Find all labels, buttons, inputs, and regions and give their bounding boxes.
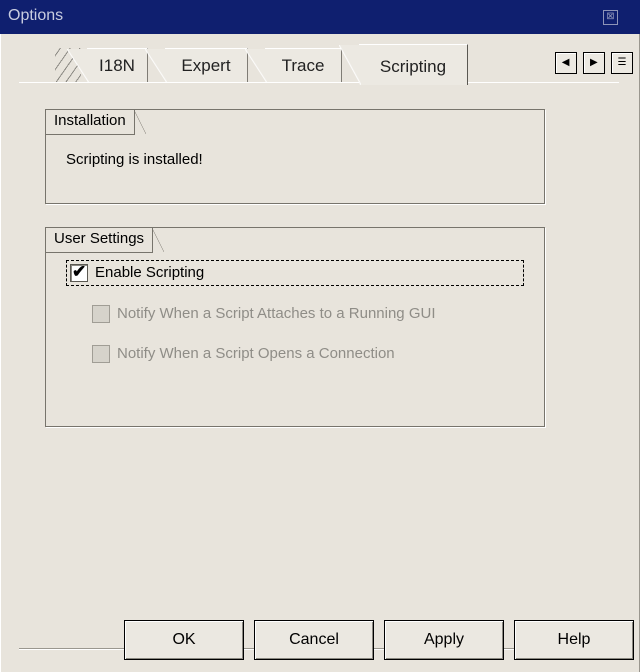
user-settings-group: User Settings ✔ Enable Scripting Notify …	[45, 227, 545, 427]
tab-trace-label: Trace	[281, 56, 325, 75]
tab-expert-label: Expert	[181, 56, 231, 75]
cancel-button[interactable]: Cancel	[254, 620, 374, 660]
title-bar: Options ⊠	[0, 0, 640, 34]
notify-attach-checkbox[interactable]	[92, 305, 110, 323]
notify-connection-checkbox[interactable]	[92, 345, 110, 363]
tab-baseline	[19, 82, 619, 83]
checkmark-icon: ✔	[72, 262, 87, 281]
apply-button[interactable]: Apply	[384, 620, 504, 660]
enable-scripting-label[interactable]: Enable Scripting	[95, 264, 204, 281]
user-settings-heading: User Settings	[46, 228, 165, 253]
tab-i18n[interactable]: I18N	[67, 48, 148, 83]
notify-connection-label[interactable]: Notify When a Script Opens a Connection	[117, 345, 395, 362]
tab-strip: I18N Expert Trace Scripting ◀ ▶ ☰	[1, 34, 640, 86]
tab-trace[interactable]: Trace	[245, 48, 342, 83]
installation-heading: Installation	[46, 110, 146, 135]
tab-list-icon[interactable]: ☰	[611, 52, 633, 74]
ok-button[interactable]: OK	[124, 620, 244, 660]
tab-scripting-label: Scripting	[379, 57, 447, 76]
tab-i18n-label: I18N	[99, 56, 135, 75]
dialog-body: I18N Expert Trace Scripting ◀ ▶ ☰ Instal…	[0, 34, 640, 672]
help-button[interactable]: Help	[514, 620, 634, 660]
enable-scripting-row[interactable]: ✔ Enable Scripting	[66, 260, 524, 286]
tab-nav: ◀ ▶ ☰	[553, 52, 633, 74]
window-title: Options	[8, 7, 64, 24]
installation-status: Scripting is installed!	[66, 151, 203, 168]
close-icon[interactable]: ⊠	[603, 10, 618, 25]
notify-attach-label[interactable]: Notify When a Script Attaches to a Runni…	[117, 305, 436, 322]
scroll-tabs-left-icon[interactable]: ◀	[554, 52, 577, 74]
enable-scripting-checkbox[interactable]: ✔	[70, 262, 88, 282]
scroll-tabs-right-icon[interactable]: ▶	[582, 52, 605, 74]
tab-expert[interactable]: Expert	[145, 48, 248, 83]
tab-scripting[interactable]: Scripting	[339, 44, 468, 85]
installation-group: Installation Scripting is installed!	[45, 109, 545, 204]
